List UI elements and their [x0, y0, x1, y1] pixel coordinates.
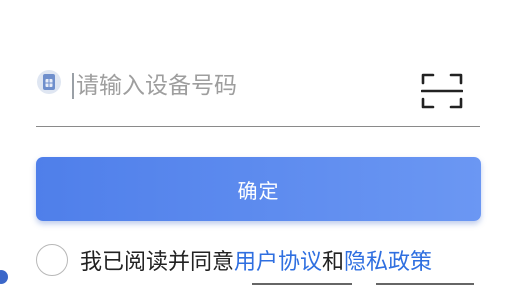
corner-decoration [0, 270, 8, 284]
agreement-conjunction: 和 [322, 250, 345, 275]
privacy-policy-link[interactable]: 隐私政策 [344, 244, 432, 276]
agreement-checkbox[interactable] [36, 244, 68, 276]
device-number-row [36, 60, 480, 127]
sim-card-icon [37, 70, 61, 94]
agreement-row: 我已阅读并同意 用户协议 和 隐私政策 [36, 242, 432, 278]
login-screen: 确定 我已阅读并同意 用户协议 和 隐私政策 [0, 0, 521, 287]
bottom-divider-left [252, 283, 352, 285]
agreement-prefix: 我已阅读并同意 [80, 250, 235, 275]
confirm-button[interactable]: 确定 [36, 157, 481, 221]
text-cursor [72, 73, 74, 99]
user-agreement-link[interactable]: 用户协议 [234, 244, 322, 276]
scan-icon[interactable] [421, 72, 463, 110]
device-number-input[interactable] [76, 68, 406, 104]
input-underline [36, 126, 480, 127]
bottom-divider-right [376, 283, 474, 285]
